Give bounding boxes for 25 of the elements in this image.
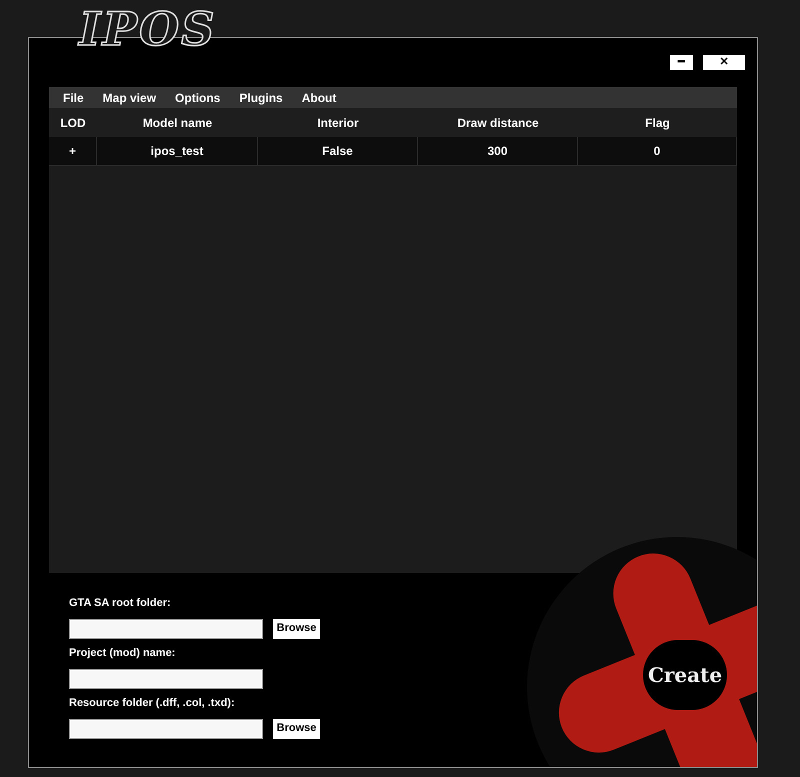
- table-cell: False: [258, 137, 418, 165]
- field-label: GTA SA root folder:: [69, 596, 172, 612]
- field-label: Resource folder (.dff, .col, .txd):: [69, 696, 236, 712]
- table-cell: ipos_test: [97, 137, 258, 165]
- menu-item[interactable]: File: [63, 88, 84, 106]
- minimize-button[interactable]: ━: [670, 55, 693, 70]
- menu-item[interactable]: Plugins: [239, 88, 283, 106]
- menu-item[interactable]: Options: [175, 88, 220, 106]
- field-label: Project (mod) name:: [69, 646, 176, 662]
- column-header: Model name: [142, 114, 214, 132]
- menu-item[interactable]: Map view: [102, 88, 156, 106]
- browse-button[interactable]: Browse: [273, 718, 320, 738]
- column-header: Flag: [644, 114, 671, 132]
- text-field[interactable]: [69, 618, 263, 638]
- browse-button[interactable]: Browse: [273, 618, 320, 638]
- table-cell: 300: [418, 137, 578, 165]
- column-header: Draw distance: [456, 114, 540, 132]
- text-field[interactable]: [69, 718, 263, 738]
- table-cell: 0: [578, 137, 737, 165]
- column-header: Interior: [316, 114, 360, 132]
- close-button[interactable]: ✕: [703, 55, 745, 70]
- column-header: LOD: [59, 114, 87, 132]
- menu-item[interactable]: About: [302, 88, 336, 106]
- text-field[interactable]: [69, 668, 263, 688]
- table-cell: +: [49, 137, 97, 165]
